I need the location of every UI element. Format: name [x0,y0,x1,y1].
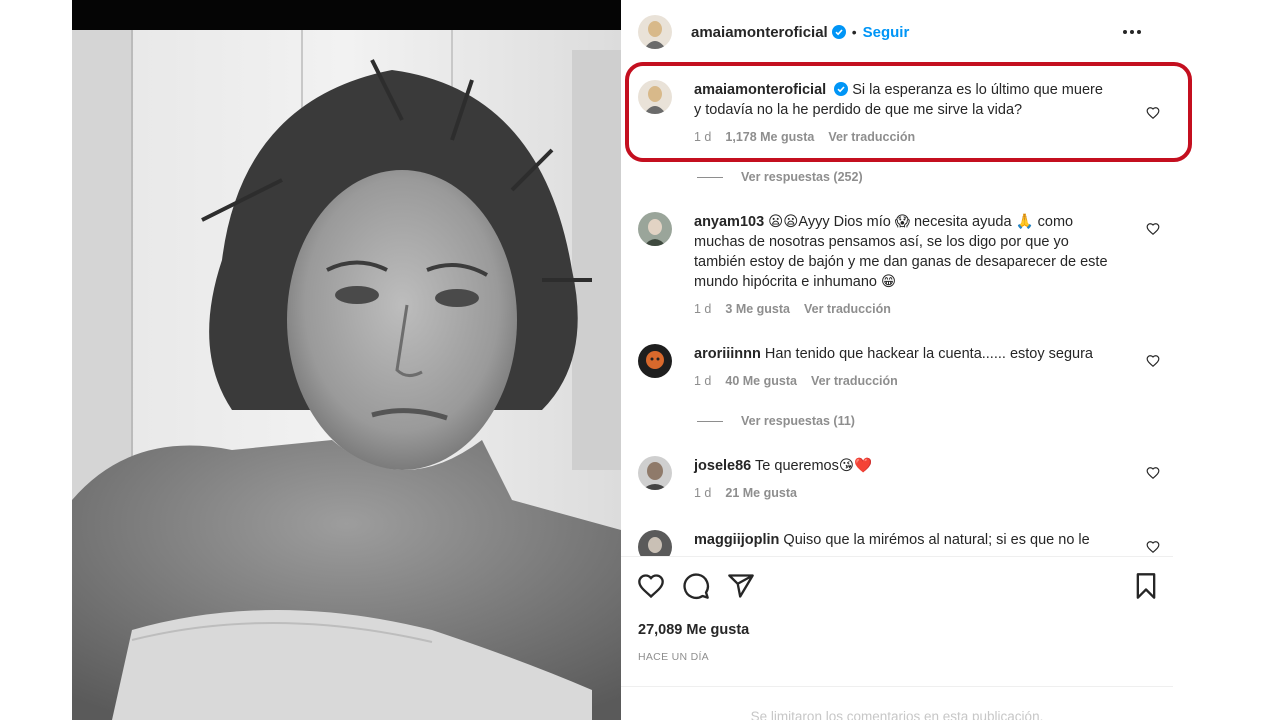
comment-time: 1 d [694,302,712,316]
heart-icon[interactable] [1146,354,1160,368]
comment-text-block: josele86 Te queremos😘❤️ [694,456,1114,476]
caption-text-block: amaiamonteroficial Si la esperanza es lo… [694,80,1114,120]
comment-text: Quiso que la mirémos al natural; si es q… [783,532,1090,548]
comment-text-block: maggiijoplin Quiso que la mirémos al nat… [694,530,1114,550]
more-options-icon[interactable] [1123,22,1145,42]
header-separator: • [851,24,857,40]
comment-username[interactable]: anyam103 [694,214,764,230]
caption-likes[interactable]: 1,178 Me gusta [725,130,814,144]
heart-icon[interactable] [637,572,665,600]
caption-avatar[interactable] [638,80,672,114]
author-username[interactable]: amaiamonteroficial [691,24,828,41]
commenter-avatar[interactable] [638,212,672,246]
caption-meta: 1 d 1,178 Me gusta Ver traducción [694,130,915,144]
post-details-panel: amaiamonteroficial • Seguir amaiamontero… [621,0,1173,720]
view-replies-caption[interactable]: Ver respuestas (252) [697,170,863,184]
comment-text-block: anyam103 😦😦Ayyy Dios mío 😱 necesita ayud… [694,212,1114,292]
comment-meta: 1 d 21 Me gusta [694,486,797,500]
view-replies-comment[interactable]: Ver respuestas (11) [697,414,855,428]
caption-translate-link[interactable]: Ver traducción [828,130,915,144]
comment-username[interactable]: josele86 [694,458,751,474]
heart-icon[interactable] [1146,106,1160,120]
comments-list[interactable]: amaiamonteroficial Si la esperanza es lo… [621,64,1173,556]
commenter-avatar[interactable] [638,530,672,556]
replies-label[interactable]: Ver respuestas (11) [741,414,855,428]
actions-divider [621,556,1173,557]
post-photo[interactable] [72,30,621,720]
total-likes[interactable]: 27,089 Me gusta [638,622,749,638]
bookmark-icon[interactable] [1132,572,1160,600]
share-icon[interactable] [727,572,755,600]
comment-meta: 1 d 3 Me gusta Ver traducción [694,302,891,316]
commenter-avatar[interactable] [638,344,672,378]
follow-button[interactable]: Seguir [863,24,910,41]
caption-time: 1 d [694,130,712,144]
comment-time: 1 d [694,374,712,388]
comment-time: 1 d [694,486,712,500]
author-avatar[interactable] [638,15,672,49]
commenter-avatar[interactable] [638,456,672,490]
replies-line [697,176,723,178]
post-photo-panel [72,0,621,720]
post-timestamp: HACE UN DÍA [638,651,709,663]
comment-likes[interactable]: 21 Me gusta [725,486,797,500]
comment-username[interactable]: maggiijoplin [694,532,779,548]
footer-divider [621,686,1173,687]
comment-likes[interactable]: 3 Me gusta [725,302,790,316]
verified-badge-icon [831,25,846,39]
comment-translate-link[interactable]: Ver traducción [804,302,891,316]
heart-icon[interactable] [1146,466,1160,480]
comment-username[interactable]: aroriiinnn [694,346,761,362]
comment-meta: 1 d 40 Me gusta Ver traducción [694,374,898,388]
post-actions-bar [621,572,1173,604]
comment-text: Te queremos😘❤️ [755,458,873,474]
photo-letterbox [72,0,621,30]
replies-label[interactable]: Ver respuestas (252) [741,170,863,184]
comment-icon[interactable] [682,572,710,600]
comment-likes[interactable]: 40 Me gusta [725,374,797,388]
heart-icon[interactable] [1146,540,1160,554]
caption-username[interactable]: amaiamonteroficial [694,82,826,98]
post-header: amaiamonteroficial • Seguir [621,0,1173,64]
heart-icon[interactable] [1146,222,1160,236]
comment-text-block: aroriiinnn Han tenido que hackear la cue… [694,344,1114,364]
replies-line [697,420,723,422]
comment-translate-link[interactable]: Ver traducción [811,374,898,388]
comments-limited-notice: Se limitaron los comentarios en esta pub… [750,709,1044,720]
verified-badge-icon [834,82,849,96]
comment-text: Han tenido que hackear la cuenta...... e… [764,346,1093,362]
